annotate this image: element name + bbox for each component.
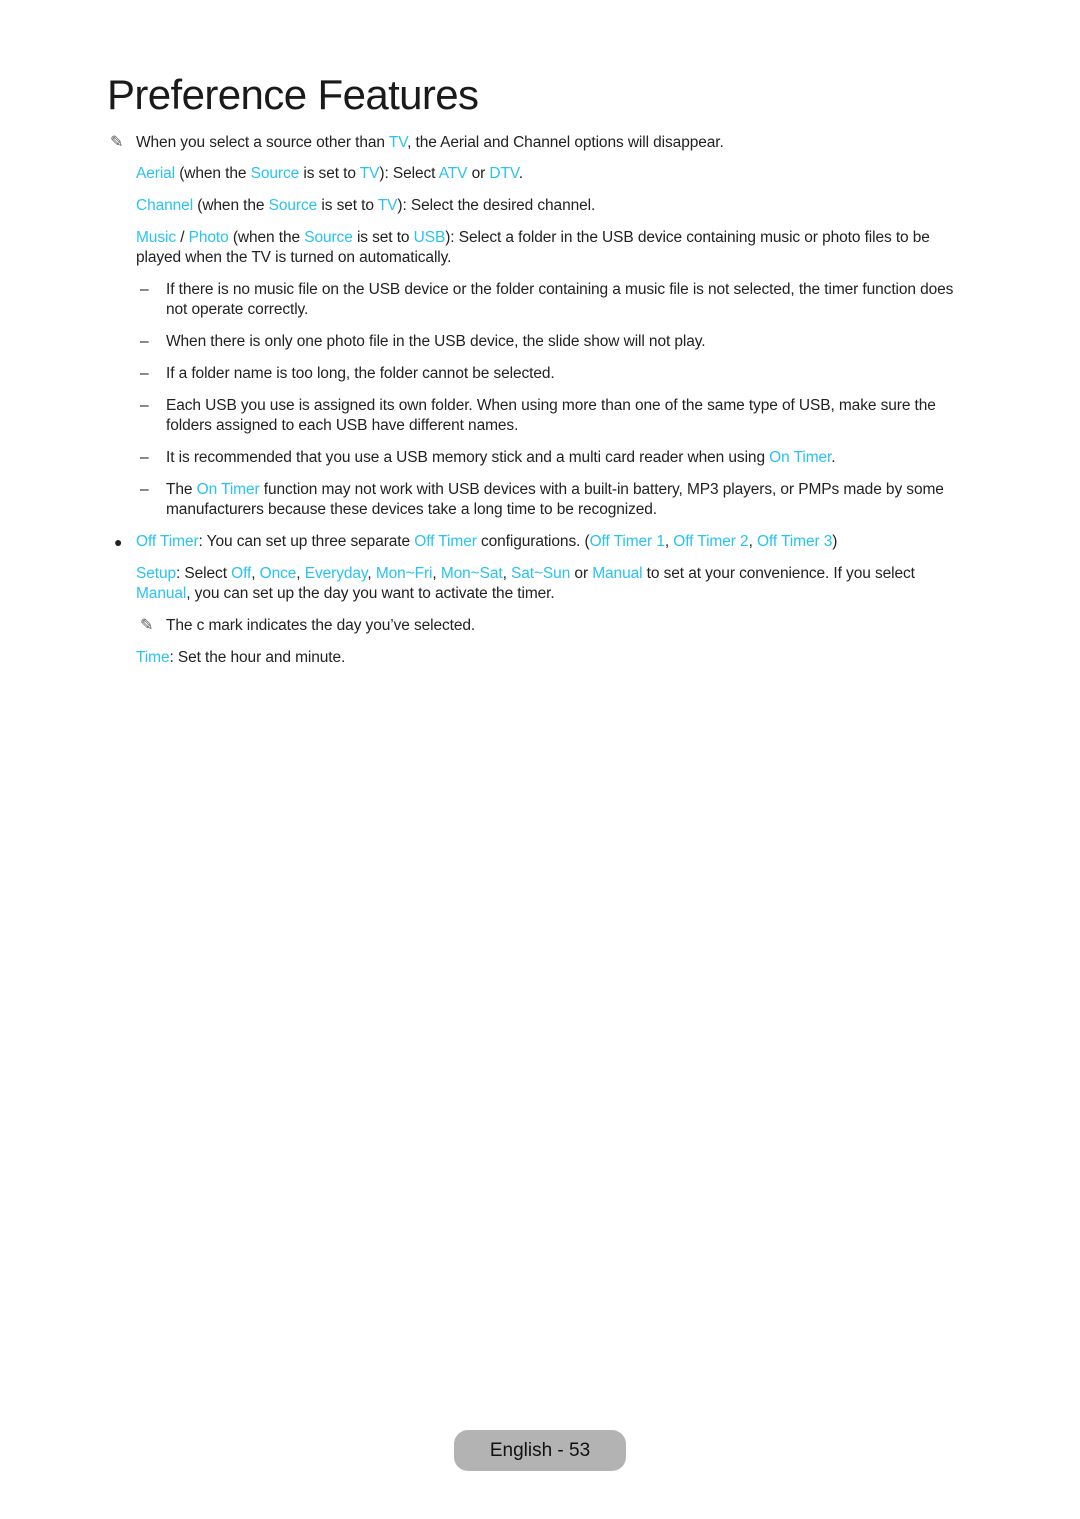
text: is set to	[317, 197, 378, 214]
highlight-term: Manual	[136, 585, 187, 602]
highlight-term: Off Timer 1	[589, 533, 665, 550]
note-source-other-than-tv: When you select a source other than TV, …	[136, 133, 966, 153]
text: /	[175, 229, 189, 246]
text: to set at your convenience. If you selec…	[642, 565, 915, 582]
highlight-term: Off Timer	[136, 533, 199, 550]
dash-item: When there is only one photo file in the…	[166, 333, 706, 350]
highlight-term: Time	[136, 649, 170, 666]
aerial-option: Aerial (when the Source is set to TV): S…	[136, 164, 966, 184]
dash-marker: –	[140, 333, 149, 350]
text: configurations. (	[476, 533, 590, 550]
text: (when the	[228, 229, 305, 246]
note-check-mark: The c mark indicates the day you’ve sele…	[166, 617, 476, 634]
dash-marker: –	[140, 481, 149, 498]
text: or	[570, 565, 593, 582]
dash-item: It is recommended that you use a USB mem…	[166, 448, 966, 468]
highlight-term: Everyday	[304, 565, 368, 582]
text: is set to	[352, 229, 414, 246]
text: (when the	[193, 197, 269, 214]
text: (when the	[175, 165, 251, 182]
dash-item: If there is no music file on the USB dev…	[166, 281, 954, 318]
text: , you can set up the day you want to act…	[186, 585, 555, 602]
text: It is recommended that you use a USB mem…	[166, 449, 770, 466]
text: When you select a source other than	[136, 134, 389, 151]
dash-marker: –	[140, 365, 149, 382]
highlight-term: Mon~Fri	[375, 565, 433, 582]
highlight-term: Off	[231, 565, 252, 582]
text: ,	[251, 565, 260, 582]
pencil-note-icon: ✎	[140, 617, 154, 634]
setup-option: Setup: Select Off, Once, Everyday, Mon~F…	[136, 564, 966, 604]
bullet-dot: ●	[114, 534, 123, 550]
text: .	[831, 449, 836, 466]
highlight-term: On Timer	[196, 481, 260, 498]
highlight-term: Mon~Sat	[440, 565, 503, 582]
highlight-term: Music	[136, 229, 176, 246]
highlight-term: Channel	[136, 197, 194, 214]
text: , the Aerial and Channel options will di…	[407, 134, 724, 151]
highlight-term: Off Timer	[414, 533, 477, 550]
dash-marker: –	[140, 281, 149, 298]
text: )	[832, 533, 838, 550]
highlight-term: ATV	[438, 165, 468, 182]
page-number-label: English - 53	[489, 1439, 591, 1461]
highlight-term: Sat~Sun	[511, 565, 571, 582]
text: : Select	[176, 565, 232, 582]
highlight-term: TV	[377, 197, 398, 214]
text: ,	[748, 533, 757, 550]
page-title: Preference Features	[107, 71, 479, 118]
dash-item: If a folder name is too long, the folder…	[166, 365, 555, 382]
highlight-term: USB	[413, 229, 446, 246]
highlight-term: Manual	[592, 565, 643, 582]
text: : Set the hour and minute.	[169, 649, 346, 666]
highlight-term: Once	[259, 565, 297, 582]
highlight-term: TV	[388, 134, 408, 151]
text: : You can set up three separate	[198, 533, 415, 550]
text: or	[467, 165, 490, 182]
text: ): Select	[379, 165, 439, 182]
highlight-term: On Timer	[769, 449, 832, 466]
text: is set to	[299, 165, 360, 182]
page-number-badge: English - 53	[454, 1430, 626, 1471]
text: ,	[296, 565, 305, 582]
highlight-term: Source	[304, 229, 353, 246]
highlight-term: Source	[250, 165, 300, 182]
highlight-term: DTV	[489, 165, 519, 182]
text: function may not work with USB devices w…	[166, 481, 944, 518]
dash-marker: –	[140, 397, 149, 414]
text: The	[166, 481, 197, 498]
highlight-term: Off Timer 2	[673, 533, 749, 550]
dash-item: Each USB you use is assigned its own fol…	[166, 397, 936, 434]
highlight-term: Aerial	[136, 165, 176, 182]
highlight-term: Photo	[188, 229, 229, 246]
dash-item: The On Timer function may not work with …	[166, 480, 966, 520]
highlight-term: TV	[359, 165, 380, 182]
text: ,	[367, 565, 376, 582]
text: ,	[432, 565, 441, 582]
time-option: Time: Set the hour and minute.	[136, 648, 966, 668]
highlight-term: Setup	[136, 565, 177, 582]
off-timer-item: Off Timer: You can set up three separate…	[136, 532, 966, 552]
highlight-term: Off Timer 3	[756, 533, 833, 550]
text: ,	[502, 565, 512, 582]
channel-option: Channel (when the Source is set to TV): …	[136, 196, 966, 216]
music-photo-option: Music / Photo (when the Source is set to…	[136, 228, 966, 268]
dash-marker: –	[140, 449, 149, 466]
pencil-note-icon: ✎	[110, 134, 124, 151]
text: .	[518, 165, 523, 182]
highlight-term: Source	[268, 197, 318, 214]
text: ): Select the desired channel.	[397, 197, 596, 214]
